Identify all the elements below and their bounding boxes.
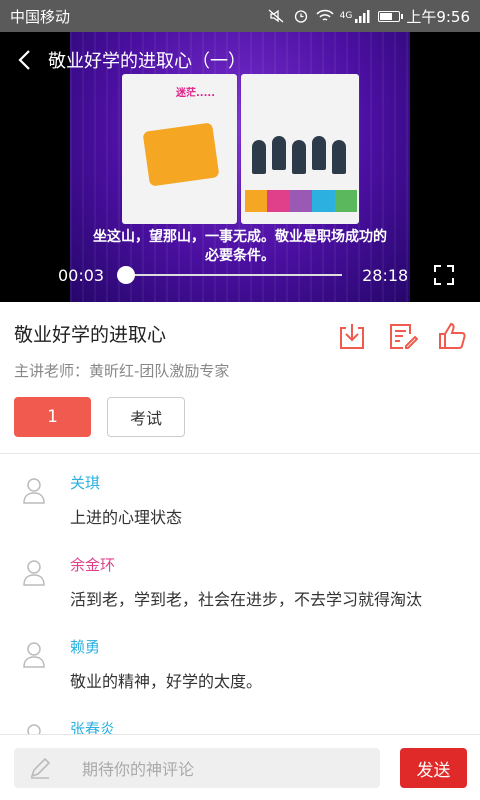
mute-icon (268, 9, 284, 23)
status-icons: 4G 上午9:56 (268, 6, 470, 27)
comment-text: 上进的心理状态 (70, 508, 183, 527)
comment-author: 余金环 (70, 556, 116, 574)
exam-button[interactable]: 考试 (107, 397, 185, 437)
current-time: 00:03 (58, 265, 105, 285)
pen-icon (30, 757, 51, 779)
caption-line-1: 坐这山，望那山，一事无成。敬业是职场成功的 (93, 229, 387, 245)
download-icon[interactable] (336, 320, 368, 352)
video-player[interactable]: 迷茫..... 坐这山，望那山，一事无成。敬业是职场成功的 必要条件。 敬业好学… (0, 32, 480, 302)
course-actions (336, 320, 468, 352)
battery-icon (378, 10, 404, 22)
comment-item: 关琪 上进的心理状态 (0, 458, 480, 540)
course-title: 敬业好学的进取心 (14, 324, 167, 346)
thumbs-up-icon[interactable] (436, 320, 468, 352)
comment-author: 赖勇 (70, 638, 101, 656)
network-type-label: 4G (339, 11, 353, 21)
user-avatar-icon (23, 642, 45, 668)
comment-author: 关琪 (70, 474, 101, 492)
user-avatar-icon (27, 724, 41, 734)
color-blocks (245, 190, 358, 212)
team-figure (292, 140, 306, 174)
progress-slider[interactable] (117, 266, 343, 284)
comment-item: 赖勇 敬业的精神，好学的太度。 (0, 622, 480, 704)
comment-placeholder: 期待你的神评论 (82, 760, 195, 779)
comment-text: 敬业的精神，好学的太度。 (70, 672, 263, 691)
puzzle-illustration (142, 122, 220, 187)
edit-note-icon[interactable] (386, 320, 418, 352)
team-figure (332, 140, 346, 174)
team-figure (312, 136, 326, 170)
carrier-label: 中国移动 (10, 7, 71, 26)
alarm-icon (294, 10, 307, 23)
comment-input[interactable]: 期待你的神评论 (14, 748, 380, 788)
comment-item: 余金环 活到老，学到老，社会在进步，不去学习就得淘汰 (0, 540, 480, 622)
user-avatar-icon (23, 560, 45, 586)
video-top-bar: 敬业好学的进取心（一） (0, 32, 480, 88)
team-figure (272, 136, 286, 170)
team-figure (252, 140, 266, 174)
fullscreen-icon[interactable] (434, 265, 455, 285)
send-button[interactable]: 发送 (400, 748, 467, 788)
video-title: 敬业好学的进取心（一） (48, 51, 246, 72)
total-time: 28:18 (362, 265, 409, 285)
signal-icon (355, 10, 370, 23)
back-arrow-icon[interactable] (14, 48, 38, 72)
wifi-icon (316, 9, 334, 21)
tab-episode-1[interactable]: 1 (14, 397, 91, 437)
comment-bar: 期待你的神评论 发送 (0, 734, 480, 800)
teacher-label: 主讲老师：黄昕红-团队激励专家 (14, 362, 230, 380)
status-bar: 中国移动 4G 上午9:56 (0, 0, 480, 32)
comment-author: 张春炎 (70, 720, 116, 734)
progress-thumb[interactable] (117, 266, 136, 284)
comment-text: 活到老，学到老，社会在进步，不去学习就得淘汰 (70, 590, 423, 609)
divider (0, 453, 480, 454)
clock-label: 上午9:56 (406, 7, 470, 26)
player-controls: 00:03 28:18 (0, 260, 480, 290)
comment-item: 张春炎 (0, 704, 480, 734)
user-avatar-icon (23, 478, 45, 504)
comment-list[interactable]: 关琪 上进的心理状态 余金环 活到老，学到老，社会在进步，不去学习就得淘汰 赖勇… (0, 458, 480, 734)
